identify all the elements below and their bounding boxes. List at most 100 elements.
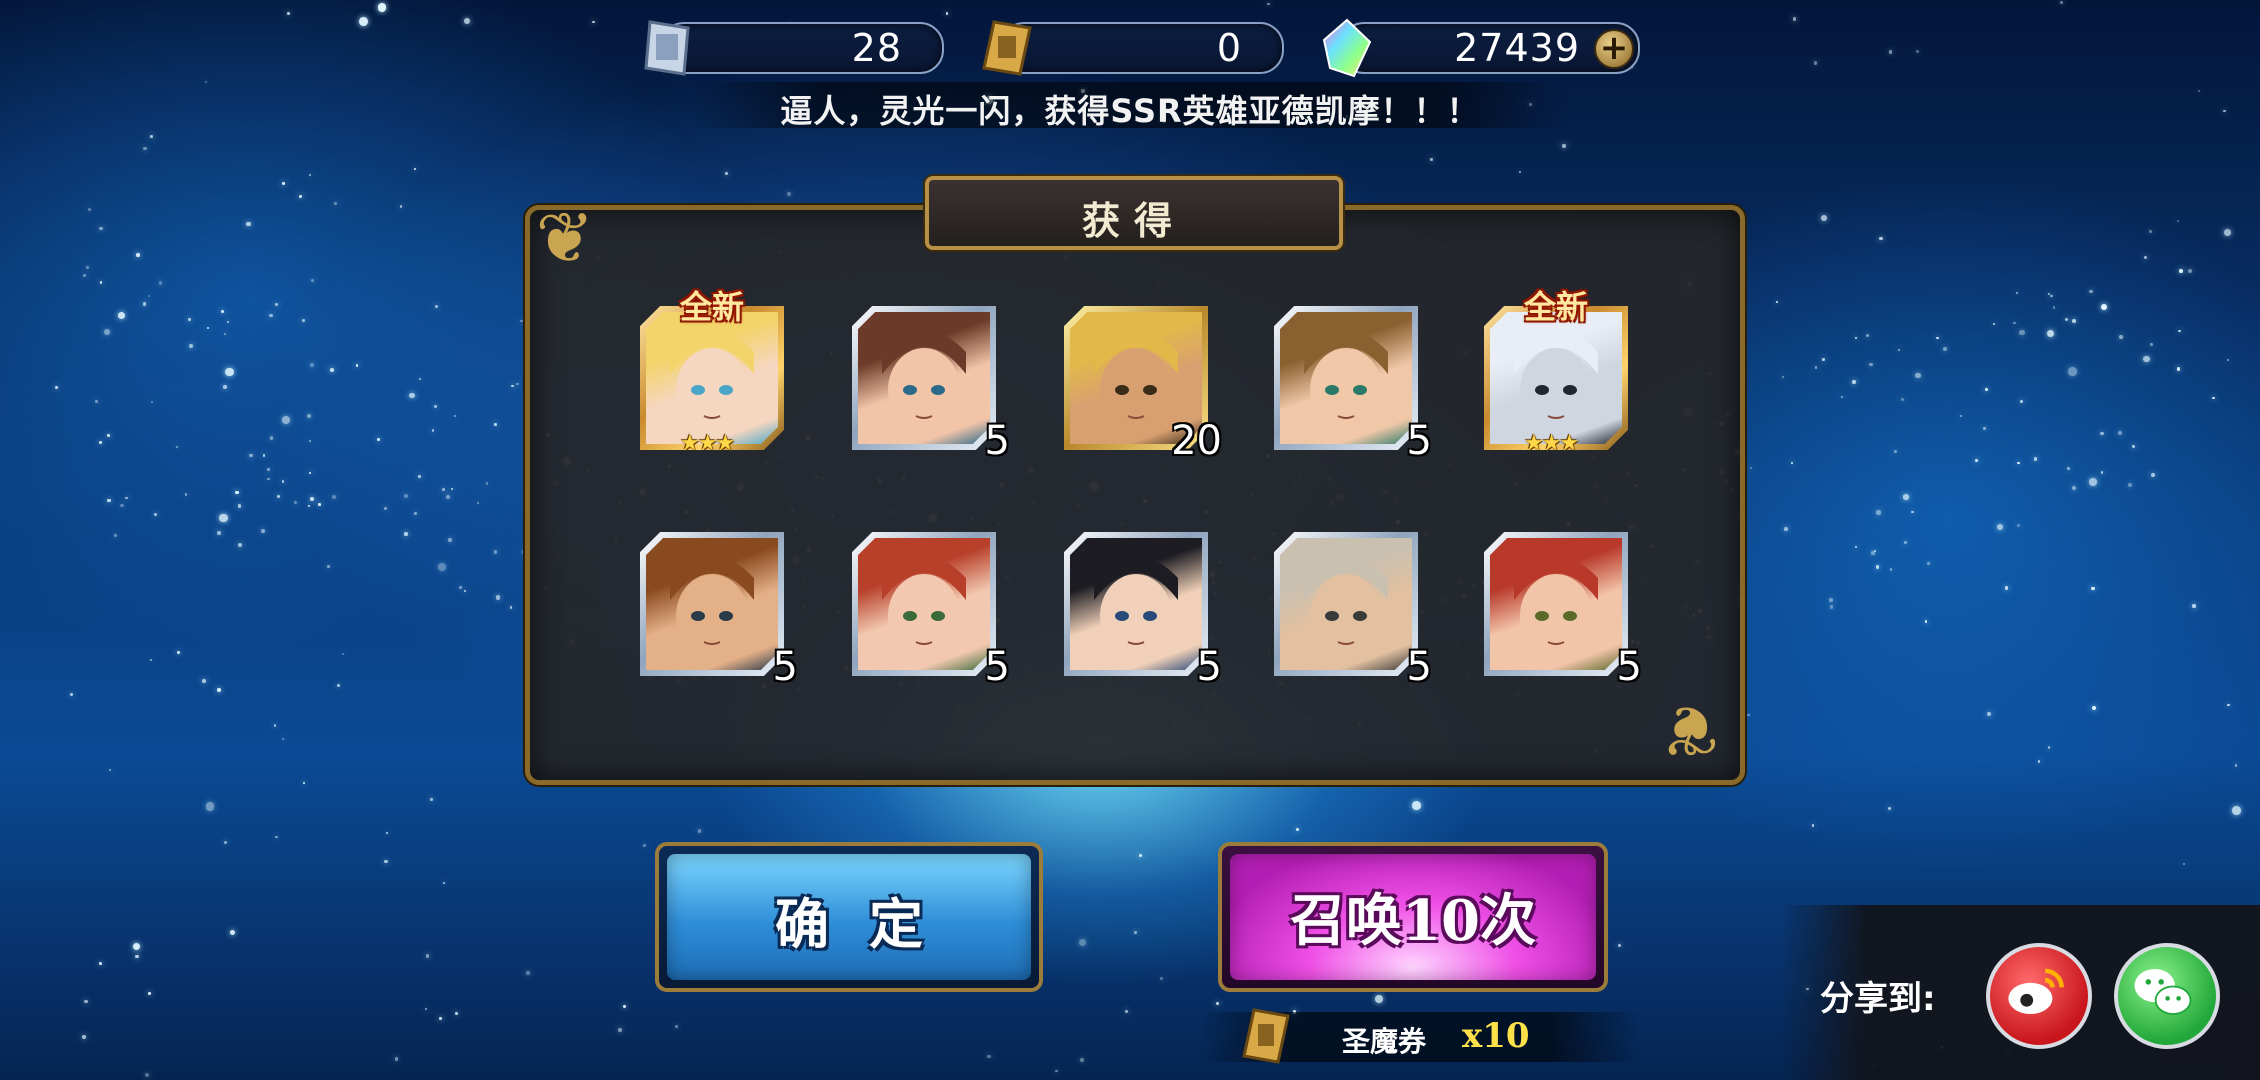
- share-weibo-button[interactable]: [1986, 943, 2092, 1049]
- star-particle: [1829, 597, 1834, 602]
- share-label: 分享到:: [1820, 979, 1936, 1019]
- star-particle: [355, 364, 358, 367]
- star-particle: [293, 501, 298, 505]
- star-particle: [109, 768, 112, 771]
- cost-multiplier: x10: [1462, 1016, 1530, 1056]
- result-tile[interactable]: 5: [852, 306, 1010, 464]
- character-face-icon: [1304, 330, 1388, 432]
- add-crystal-button[interactable]: +: [1594, 29, 1634, 69]
- star-particle: [106, 434, 110, 438]
- star-particle: [1914, 372, 1921, 379]
- result-tile[interactable]: 5: [1274, 532, 1432, 690]
- star-particle: [2179, 269, 2184, 273]
- star-particle: [2015, 292, 2018, 295]
- star-particle: [287, 11, 291, 15]
- star-particle: [1080, 1057, 1084, 1062]
- character-portrait: [646, 538, 778, 670]
- star-particle: [1959, 414, 1963, 418]
- star-particle: [1792, 17, 1797, 21]
- star-particle: [424, 1007, 428, 1011]
- character-face-icon: [1514, 556, 1598, 658]
- star-particle: [135, 253, 140, 257]
- star-particle: [509, 606, 513, 610]
- result-tile[interactable]: 5: [852, 532, 1010, 690]
- star-particle: [414, 512, 418, 516]
- star-particle: [622, 1004, 627, 1009]
- result-tile[interactable]: 5: [1274, 306, 1432, 464]
- holy-demon-ticket-icon: [1242, 1008, 1290, 1064]
- star-particle: [495, 595, 501, 600]
- star-particle: [277, 495, 281, 498]
- confirm-button[interactable]: 确定: [655, 842, 1043, 992]
- star-particle: [2089, 478, 2097, 486]
- item-count: 5: [1196, 644, 1222, 690]
- star-particle: [2101, 303, 2108, 310]
- star-particle: [148, 295, 151, 298]
- star-particle: [145, 1073, 149, 1078]
- star-particle: [267, 477, 270, 480]
- star-particle: [1055, 1069, 1058, 1073]
- star-particle: [2019, 399, 2024, 404]
- star-particle: [1813, 61, 1818, 65]
- star-particle: [98, 226, 103, 231]
- star-particle: [441, 488, 445, 491]
- star-particle: [458, 585, 463, 590]
- star-particle: [1775, 301, 1779, 304]
- star-particle: [113, 533, 118, 538]
- star-particle: [477, 501, 480, 505]
- star-particle: [269, 313, 273, 317]
- star-particle: [205, 802, 215, 811]
- result-tile[interactable]: 全新 ★★★: [640, 288, 784, 456]
- star-particle: [384, 507, 388, 511]
- star-particle: [2183, 862, 2186, 865]
- star-particle: [414, 167, 417, 171]
- star-particle: [125, 496, 128, 500]
- star-particle: [2143, 355, 2150, 363]
- star-particle: [225, 368, 234, 377]
- star-particle: [1993, 322, 1996, 325]
- star-particle: [1854, 545, 1858, 549]
- star-particle: [2118, 335, 2123, 339]
- new-badge: 全新: [679, 288, 744, 326]
- star-particle: [1982, 427, 1986, 431]
- star-particle: [221, 309, 225, 313]
- result-tile[interactable]: 全新 ★★★: [1484, 288, 1628, 456]
- star-particle: [2046, 330, 2054, 338]
- result-tile[interactable]: 5: [640, 532, 798, 690]
- star-particle: [217, 530, 221, 535]
- summon-10-button[interactable]: 召唤10次: [1218, 842, 1608, 992]
- star-particle: [377, 3, 387, 12]
- star-particle: [448, 538, 452, 542]
- star-particle: [282, 416, 290, 424]
- star-particle: [1829, 605, 1834, 609]
- result-tile[interactable]: 5: [1064, 532, 1222, 690]
- star-particle: [1429, 158, 1433, 162]
- star-particle: [1821, 357, 1826, 362]
- character-portrait: [1490, 312, 1622, 444]
- star-particle: [2118, 431, 2122, 435]
- star-particle: [2017, 461, 2020, 465]
- result-tile[interactable]: 5: [1484, 532, 1642, 690]
- result-tile[interactable]: 20: [1064, 306, 1222, 464]
- star-particle: [526, 971, 530, 975]
- character-portrait: [1280, 538, 1412, 670]
- character-portrait: [646, 312, 778, 444]
- star-particle: [133, 942, 141, 951]
- star-particle: [202, 678, 207, 683]
- star-particle: [118, 312, 126, 320]
- star-particle: [1139, 854, 1143, 858]
- star-particle: [83, 273, 87, 277]
- star-particle: [2013, 322, 2016, 325]
- star-particle: [1897, 348, 1901, 352]
- star-particle: [1079, 938, 1087, 946]
- item-count: 5: [1406, 418, 1432, 464]
- star-particle: [142, 302, 147, 306]
- star-particle: [310, 278, 314, 283]
- share-wechat-button[interactable]: [2114, 943, 2220, 1049]
- star-particle: [1876, 510, 1881, 516]
- star-particle: [516, 382, 519, 386]
- weibo-icon: [2008, 968, 2064, 1015]
- star-particle: [439, 1017, 442, 1020]
- character-face-icon: [882, 330, 966, 432]
- confirm-button-label: 确定: [775, 892, 963, 956]
